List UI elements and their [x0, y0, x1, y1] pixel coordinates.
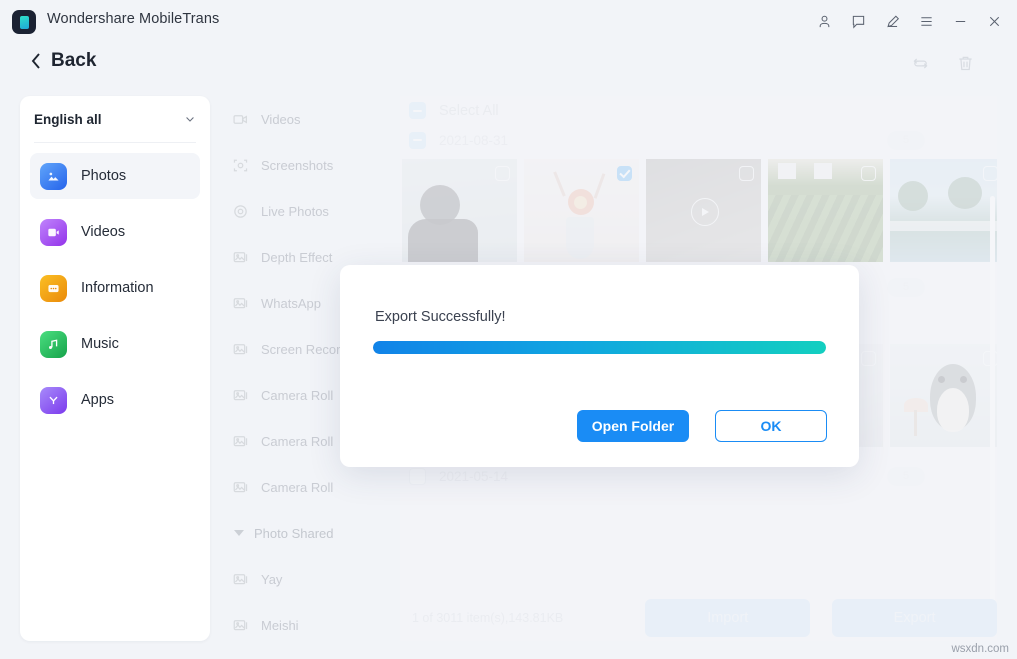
app-window: Wondershare MobileTrans — [0, 0, 1017, 659]
watermark: wsxdn.com — [951, 643, 1009, 655]
export-success-dialog: Export Successfully! Open Folder OK — [340, 265, 859, 467]
progress-bar — [373, 341, 826, 354]
modal-overlay: Export Successfully! Open Folder OK — [0, 0, 1017, 659]
open-folder-button[interactable]: Open Folder — [577, 410, 689, 442]
ok-button[interactable]: OK — [715, 410, 827, 442]
dialog-actions: Open Folder OK — [577, 410, 827, 442]
progress-bar-fill — [373, 341, 826, 354]
dialog-title: Export Successfully! — [375, 309, 506, 325]
